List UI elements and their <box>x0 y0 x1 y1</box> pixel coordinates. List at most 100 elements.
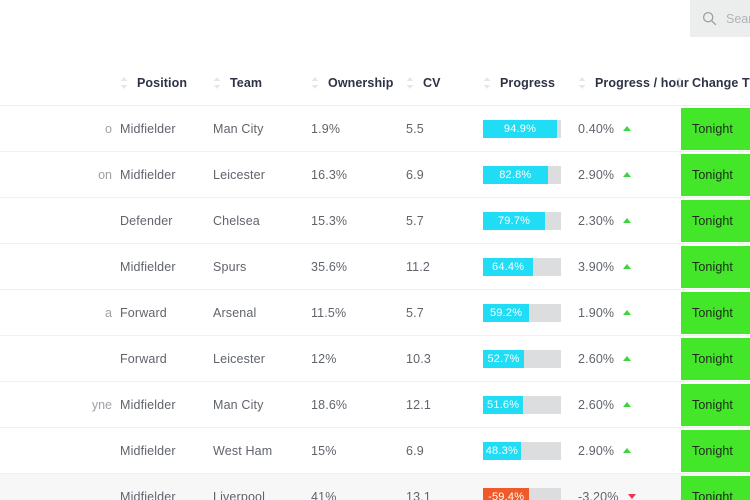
cell-ownership: 15% <box>311 428 406 473</box>
table-row[interactable]: o Midfielder Man City 1.9% 5.5 94.9% 0.40% Toni… <box>0 106 750 152</box>
cell-ownership: 18.6% <box>311 382 406 427</box>
table-row[interactable]: yne Midfielder Man City 18.6% 12.1 51.6% 2.60%… <box>0 382 750 428</box>
progress-bar-label: 59.2% <box>489 306 523 319</box>
progress-per-hour-wrap: -3.20% <box>578 490 636 500</box>
progress-per-hour-wrap: 1.90% <box>578 306 632 320</box>
cell-position-label: Midfielder <box>120 443 176 458</box>
cell-position-label: Midfielder <box>120 121 176 136</box>
progress-per-hour-label: 2.30% <box>578 213 615 228</box>
progress-bar-track: 64.4% <box>483 257 561 276</box>
change-tonight-label: Tonight <box>692 490 734 500</box>
trend-up-arrow-icon <box>623 310 632 315</box>
cell-position: Midfielder <box>120 152 213 197</box>
cell-progress-per-hour: -3.20% <box>578 474 675 500</box>
progress-per-hour-label: 0.40% <box>578 121 615 136</box>
cell-team-label: West Ham <box>213 443 273 458</box>
column-header-own[interactable]: Ownership <box>311 60 406 105</box>
cell-cv: 5.7 <box>406 290 483 335</box>
cell-change-tonight: Tonight <box>675 336 750 381</box>
change-tonight-badge: Tonight <box>681 430 750 472</box>
table-row[interactable]: Forward Leicester 12% 10.3 52.7% 2.60% Tonight <box>0 336 750 382</box>
cell-change-tonight: Tonight <box>675 290 750 335</box>
progress-per-hour-wrap: 0.40% <box>578 121 632 136</box>
trend-up-arrow-icon <box>623 448 632 453</box>
cell-position-label: Midfielder <box>120 259 176 274</box>
column-header-change[interactable]: Change T <box>675 60 750 105</box>
cell-change-tonight: Tonight <box>675 198 750 243</box>
sort-chevrons-icon <box>578 76 586 89</box>
cell-team-label: Liverpool <box>213 489 266 500</box>
column-header-team[interactable]: Team <box>213 60 311 105</box>
progress-bar-fill: -59.4% <box>483 487 530 500</box>
cell-position: Midfielder <box>120 474 213 500</box>
cell-progress-per-hour: 0.40% <box>578 106 675 151</box>
search-input[interactable] <box>726 11 750 26</box>
table-row[interactable]: on Midfielder Leicester 16.3% 6.9 82.8% 2.90% T… <box>0 152 750 198</box>
cell-cv-label: 6.9 <box>406 167 424 182</box>
cell-change-tonight: Tonight <box>675 106 750 151</box>
table-row[interactable]: a Forward Arsenal 11.5% 5.7 59.2% 1.90% Tonight <box>0 290 750 336</box>
progress-per-hour-wrap: 2.60% <box>578 352 632 366</box>
cell-progress: 51.6% <box>483 382 578 427</box>
column-header-name <box>0 60 120 105</box>
progress-per-hour-wrap: 2.60% <box>578 398 632 412</box>
cell-ownership-label: 11.5% <box>311 305 347 320</box>
cell-ownership: 1.9% <box>311 106 406 151</box>
cell-progress-per-hour: 2.60% <box>578 336 675 381</box>
column-header-cv[interactable]: CV <box>406 60 483 105</box>
table-row[interactable]: Defender Chelsea 15.3% 5.7 79.7% 2.30% Tonight <box>0 198 750 244</box>
players-table: Position Team Ownership CV Progress Progress … <box>0 60 750 500</box>
progress-bar-track: 52.7% <box>483 349 561 368</box>
table-body: o Midfielder Man City 1.9% 5.5 94.9% 0.40% Toni… <box>0 106 750 500</box>
cell-team-label: Chelsea <box>213 213 260 228</box>
app-root: Position Team Ownership CV Progress Progress … <box>0 0 750 500</box>
cell-player-name <box>0 244 120 289</box>
cell-progress-per-hour: 2.90% <box>578 152 675 197</box>
cell-progress-per-hour: 1.90% <box>578 290 675 335</box>
cell-ownership-label: 35.6% <box>311 259 348 274</box>
sort-chevrons-icon <box>675 76 683 89</box>
change-tonight-label: Tonight <box>692 214 734 228</box>
cell-cv-label: 13.1 <box>406 489 431 500</box>
cell-progress-per-hour: 2.60% <box>578 382 675 427</box>
progress-bar-fill: 79.7% <box>483 211 546 230</box>
progress-bar-fill: 48.3% <box>483 441 521 460</box>
cell-player-name: o <box>0 106 120 151</box>
cell-player-name: a <box>0 290 120 335</box>
cell-team-label: Arsenal <box>213 305 257 320</box>
cell-position: Midfielder <box>120 244 213 289</box>
progress-bar-label: -59.4% <box>488 490 525 500</box>
cell-cv-label: 11.2 <box>406 259 431 274</box>
cell-ownership-label: 18.6% <box>311 397 348 412</box>
column-header-label: Progress <box>500 75 555 90</box>
progress-bar-label: 79.7% <box>497 214 531 227</box>
cell-ownership: 16.3% <box>311 152 406 197</box>
cell-team: Leicester <box>213 336 311 381</box>
cell-ownership-label: 15% <box>311 443 337 458</box>
cell-change-tonight: Tonight <box>675 474 750 500</box>
change-tonight-badge: Tonight <box>681 108 750 150</box>
table-row[interactable]: Midfielder Spurs 35.6% 11.2 64.4% 3.90% Tonigh… <box>0 244 750 290</box>
cell-cv: 5.5 <box>406 106 483 151</box>
column-header-progress[interactable]: Progress <box>483 60 578 105</box>
progress-bar-fill: 52.7% <box>483 349 525 368</box>
cell-progress: 79.7% <box>483 198 578 243</box>
table-row[interactable]: Midfielder Liverpool 41% 13.1 -59.4% -3.20% To… <box>0 474 750 500</box>
change-tonight-label: Tonight <box>692 168 734 182</box>
cell-progress-per-hour: 2.90% <box>578 428 675 473</box>
table-row[interactable]: Midfielder West Ham 15% 6.9 48.3% 2.90% Tonigh… <box>0 428 750 474</box>
cell-cv-label: 5.5 <box>406 121 424 136</box>
change-tonight-badge: Tonight <box>681 154 750 196</box>
sort-chevrons-icon <box>406 76 414 89</box>
cell-position: Defender <box>120 198 213 243</box>
progress-bar-label: 48.3% <box>485 444 518 457</box>
cell-position: Forward <box>120 336 213 381</box>
column-header-pph[interactable]: Progress / hour <box>578 60 689 105</box>
cell-cv: 6.9 <box>406 152 483 197</box>
progress-per-hour-label: -3.20% <box>578 489 619 500</box>
progress-bar-label: 52.7% <box>487 352 520 365</box>
search-box[interactable] <box>690 0 750 37</box>
cell-change-tonight: Tonight <box>675 428 750 473</box>
column-header-position[interactable]: Position <box>120 60 213 105</box>
player-name-label: on <box>98 167 112 182</box>
